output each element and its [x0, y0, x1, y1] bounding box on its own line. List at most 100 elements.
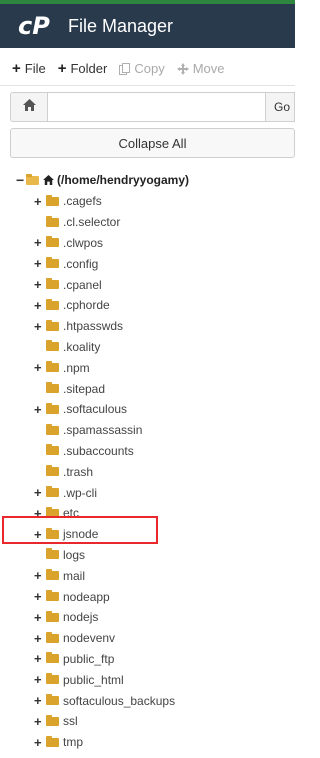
expand-icon[interactable]: +	[34, 403, 46, 416]
expand-icon[interactable]: +	[34, 694, 46, 707]
home-button[interactable]	[10, 92, 48, 122]
move-button[interactable]: Move	[176, 57, 225, 81]
tree-item-label: logs	[63, 547, 86, 562]
move-icon	[176, 62, 189, 75]
copy-icon	[119, 62, 131, 75]
tree-item[interactable]: +.trash	[0, 461, 295, 482]
expand-icon[interactable]: +	[34, 590, 46, 603]
tree-item[interactable]: + ssl	[0, 711, 295, 732]
expand-icon[interactable]: +	[34, 299, 46, 312]
page-title: File Manager	[68, 15, 174, 36]
app-header: cP File Manager	[0, 4, 295, 48]
folder-icon	[46, 444, 59, 456]
expand-icon[interactable]: +	[34, 569, 46, 582]
collapse-toggle-icon[interactable]: −	[16, 173, 26, 187]
tree-item[interactable]: + nodeapp	[0, 586, 295, 607]
tree-item[interactable]: + .npm	[0, 357, 295, 378]
tree-item[interactable]: +logs	[0, 545, 295, 566]
tree-item-label: .sitepad	[63, 381, 106, 396]
tree-item[interactable]: +.cl.selector	[0, 212, 295, 233]
folder-open-icon	[26, 173, 39, 185]
tree-item[interactable]: +.koality	[0, 337, 295, 358]
tree-item-label: public_html	[63, 672, 124, 687]
expand-icon[interactable]: +	[34, 715, 46, 728]
expand-icon[interactable]: +	[34, 673, 46, 686]
expand-icon[interactable]: +	[34, 195, 46, 208]
tree-root-label: (/home/hendryyogamy)	[57, 173, 190, 187]
expand-icon[interactable]: +	[34, 736, 46, 749]
tree-item[interactable]: + softaculous_backups	[0, 690, 295, 711]
tree-item[interactable]: + .clwpos	[0, 233, 295, 254]
tree-item-label: .config	[63, 256, 99, 271]
svg-text:cP: cP	[18, 12, 50, 40]
folder-icon	[46, 257, 59, 269]
folder-icon	[46, 423, 59, 435]
folder-icon	[46, 694, 59, 706]
home-icon	[43, 175, 54, 185]
tree-item[interactable]: + .softaculous	[0, 399, 295, 420]
folder-icon	[46, 631, 59, 643]
tree-item[interactable]: + .cphorde	[0, 295, 295, 316]
tree-item[interactable]: +.spamassassin	[0, 420, 295, 441]
tree-item[interactable]: + nodevenv	[0, 628, 295, 649]
tree-root[interactable]: − (/home/hendryyogamy)	[16, 170, 189, 190]
tree-item[interactable]: + nodejs	[0, 607, 295, 628]
path-input[interactable]	[48, 92, 265, 122]
folder-icon	[46, 236, 59, 248]
folder-icon	[46, 590, 59, 602]
folder-icon	[46, 361, 59, 373]
folder-icon	[46, 465, 59, 477]
plus-icon: +	[57, 60, 67, 77]
expand-icon[interactable]: +	[34, 652, 46, 665]
tree-item[interactable]: + .wp-cli	[0, 482, 295, 503]
tree-item[interactable]: +.subaccounts	[0, 441, 295, 462]
expand-icon[interactable]: +	[34, 320, 46, 333]
tree-item[interactable]: + public_html	[0, 669, 295, 690]
expand-icon[interactable]: +	[34, 236, 46, 249]
copy-button[interactable]: Copy	[119, 57, 165, 81]
collapse-all-button[interactable]: Collapse All	[10, 128, 295, 158]
tree-item-label: .htpasswds	[63, 319, 124, 334]
folder-icon	[46, 340, 59, 352]
tree-item-label: .cpanel	[63, 277, 102, 292]
tree-item-label: .cl.selector	[63, 215, 121, 230]
folder-icon	[46, 714, 59, 726]
tree-item-label: .wp-cli	[63, 485, 98, 500]
tree-item-label: nodejs	[63, 610, 99, 625]
folder-icon	[46, 382, 59, 394]
path-bar: Go	[10, 92, 295, 122]
tree-item-label: ssl	[63, 714, 78, 729]
new-file-label: File	[24, 61, 46, 76]
tree-item[interactable]: + .htpasswds	[0, 316, 295, 337]
tree-item[interactable]: + .cpanel	[0, 274, 295, 295]
highlight-box	[2, 516, 158, 544]
go-button[interactable]: Go	[265, 92, 295, 122]
tree-item[interactable]: + public_ftp	[0, 649, 295, 670]
tree-item-label: .subaccounts	[63, 443, 134, 458]
tree-item[interactable]: +.sitepad	[0, 378, 295, 399]
tree-item-label: .spamassassin	[63, 423, 143, 438]
folder-icon	[46, 548, 59, 560]
tree-item[interactable]: + .config	[0, 253, 295, 274]
move-label: Move	[192, 61, 225, 76]
copy-label: Copy	[134, 61, 165, 76]
expand-icon[interactable]: +	[34, 361, 46, 374]
expand-icon[interactable]: +	[34, 278, 46, 291]
folder-icon	[46, 298, 59, 310]
new-file-button[interactable]: + File	[12, 57, 46, 81]
expand-icon[interactable]: +	[34, 632, 46, 645]
expand-icon[interactable]: +	[34, 486, 46, 499]
folder-icon	[46, 319, 59, 331]
tree-item-label: softaculous_backups	[63, 693, 176, 708]
folder-icon	[46, 673, 59, 685]
expand-icon[interactable]: +	[34, 257, 46, 270]
expand-icon[interactable]: +	[34, 611, 46, 624]
folder-icon	[46, 278, 59, 290]
tree-item-label: .cphorde	[63, 298, 110, 313]
cpanel-logo-icon[interactable]: cP	[18, 12, 62, 40]
tree-item[interactable]: + .cagefs	[0, 191, 295, 212]
tree-item[interactable]: + mail	[0, 565, 295, 586]
new-folder-button[interactable]: + Folder	[58, 57, 108, 81]
tree-item[interactable]: + tmp	[0, 732, 295, 753]
tree-item-label: mail	[63, 568, 86, 583]
